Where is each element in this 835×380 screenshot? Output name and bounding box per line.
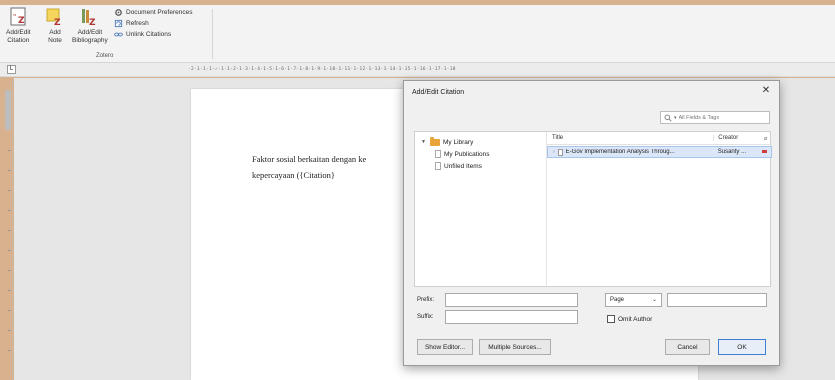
list-header: Title Creator ⌀ — [547, 132, 772, 145]
tree-item-unfiled-items[interactable]: Unfiled Items — [421, 160, 490, 172]
journal-article-icon — [557, 148, 563, 156]
cancel-button[interactable]: Cancel — [665, 339, 710, 355]
search-input[interactable] — [678, 114, 765, 121]
unlink-icon — [114, 32, 123, 37]
add-note-label-2: Note — [48, 37, 62, 44]
document-text-line-1[interactable]: Faktor sosial berkaitan dengan ke — [252, 154, 366, 164]
show-editor-button[interactable]: Show Editor... — [417, 339, 473, 355]
omit-author-label: Omit Author — [618, 315, 653, 323]
close-button[interactable]: ✕ — [759, 84, 773, 98]
ruler-tick — [8, 330, 11, 331]
vertical-ruler[interactable] — [3, 80, 13, 380]
publications-icon — [435, 150, 441, 158]
citation-icon: " Z — [10, 7, 26, 26]
locator-input[interactable] — [667, 293, 767, 307]
omit-author-checkbox[interactable]: Omit Author — [607, 315, 652, 323]
ruler-bar: L ·2·1·1·1·✓·1·1·2·1·3·1·4·1·5·1·6·1·7·1… — [0, 63, 835, 77]
svg-text:Z: Z — [89, 18, 96, 27]
attachment-column-icon[interactable]: ⌀ — [759, 135, 772, 142]
document-text-line-2[interactable]: kepercayaan ({Citation} — [252, 170, 335, 180]
ruler-tick — [8, 250, 11, 251]
small-commands: Document Preferences Refresh Unlink Cita… — [114, 7, 192, 40]
ruler-tick — [8, 350, 11, 351]
document-preferences-label: Document Preferences — [126, 9, 193, 16]
unlink-citations-label: Unlink Citations — [126, 31, 172, 38]
svg-text:Z: Z — [18, 16, 25, 26]
pdf-attachment-icon — [762, 150, 768, 153]
checkbox-box[interactable] — [607, 315, 615, 323]
column-header-title[interactable]: Title — [547, 135, 715, 141]
column-header-creator[interactable]: Creator — [714, 135, 759, 141]
tree-item-my-library[interactable]: ▼ My Library — [421, 136, 490, 148]
horizontal-ruler[interactable]: ·2·1·1·1·✓·1·1·2·1·3·1·4·1·5·1·6·1·7·1·8… — [188, 66, 698, 74]
vertical-ruler-margin — [5, 90, 11, 130]
bibliography-icon: Z — [81, 9, 96, 27]
tree-item-my-publications[interactable]: My Publications — [421, 148, 490, 160]
gear-icon — [115, 9, 122, 16]
note-icon: Z — [46, 8, 61, 27]
ribbon: " Z Add/Edit Citation Z Add Note Z Add/E… — [0, 5, 835, 63]
library-panel: ▼ My Library My Publications Unfiled Ite… — [414, 131, 772, 288]
chevron-down-icon: ⌄ — [651, 297, 657, 303]
prefix-input[interactable] — [445, 293, 578, 307]
zotero-group-label: Zotero — [96, 53, 114, 59]
add-edit-citation-dialog: Add/Edit Citation ✕ ▾ ▼ My Library My Pu… — [403, 80, 780, 366]
ruler-tick — [8, 190, 11, 191]
locator-selected-value: Page — [610, 297, 625, 303]
add-edit-bibliography-label-1: Add/Edit — [77, 29, 103, 36]
ruler-tick — [8, 290, 11, 291]
dialog-title: Add/Edit Citation — [412, 89, 465, 96]
ruler-tick — [8, 310, 11, 311]
add-note-label-1: Add — [49, 29, 61, 36]
add-edit-bibliography-button[interactable]: Z Add/Edit Bibliography — [72, 7, 108, 45]
add-edit-citation-button[interactable]: " Z Add/Edit Citation — [6, 7, 31, 45]
svg-text:Z: Z — [54, 18, 61, 27]
search-icon — [664, 114, 672, 122]
suffix-input[interactable] — [445, 310, 578, 324]
search-box[interactable]: ▾ — [660, 111, 770, 124]
search-dropdown-icon[interactable]: ▾ — [674, 115, 677, 121]
ruler-tick — [8, 230, 11, 231]
attachment-cell — [758, 149, 771, 155]
document-preferences-button[interactable]: Document Preferences — [114, 7, 192, 18]
items-list: Title Creator ⌀ › E-Gov Implementation A… — [546, 132, 772, 288]
close-icon: ✕ — [761, 85, 771, 96]
ruler-tick — [8, 210, 11, 211]
suffix-label: Suffix: — [417, 314, 434, 320]
unfiled-icon — [435, 162, 441, 170]
tree-item-label: My Publications — [444, 150, 490, 158]
ok-button[interactable]: OK — [718, 339, 766, 355]
refresh-label: Refresh — [126, 20, 149, 27]
ruler-tick — [8, 150, 11, 151]
locator-select[interactable]: Page ⌄ — [605, 293, 662, 307]
collection-tree: ▼ My Library My Publications Unfiled Ite… — [421, 136, 490, 172]
tree-item-label: Unfiled Items — [444, 162, 482, 170]
chevron-right-icon[interactable]: › — [553, 149, 555, 155]
add-edit-citation-label-2: Citation — [7, 37, 30, 44]
add-edit-bibliography-label-2: Bibliography — [72, 37, 108, 44]
ruler-tick — [8, 270, 11, 271]
add-edit-citation-label-1: Add/Edit — [6, 29, 31, 36]
item-title-cell: › E-Gov Implementation Analysis Throug..… — [548, 148, 714, 156]
svg-text:": " — [13, 13, 16, 21]
tab-selector[interactable]: L — [7, 65, 16, 74]
add-note-button[interactable]: Z Add Note — [45, 7, 65, 45]
prefix-label: Prefix: — [417, 297, 435, 303]
chevron-down-icon[interactable]: ▼ — [421, 139, 427, 145]
library-folder-icon — [430, 136, 440, 146]
tree-item-label: My Library — [443, 138, 474, 146]
group-divider — [212, 9, 213, 59]
unlink-citations-button[interactable]: Unlink Citations — [114, 29, 192, 40]
ruler-tick — [8, 170, 11, 171]
item-creator: Susanty ... — [717, 149, 747, 155]
list-item[interactable]: › E-Gov Implementation Analysis Throug..… — [547, 146, 772, 158]
multiple-sources-button[interactable]: Multiple Sources... — [479, 339, 551, 355]
item-title: E-Gov Implementation Analysis Throug... — [565, 149, 675, 155]
refresh-button[interactable]: Refresh — [114, 18, 192, 29]
refresh-icon — [114, 19, 123, 28]
